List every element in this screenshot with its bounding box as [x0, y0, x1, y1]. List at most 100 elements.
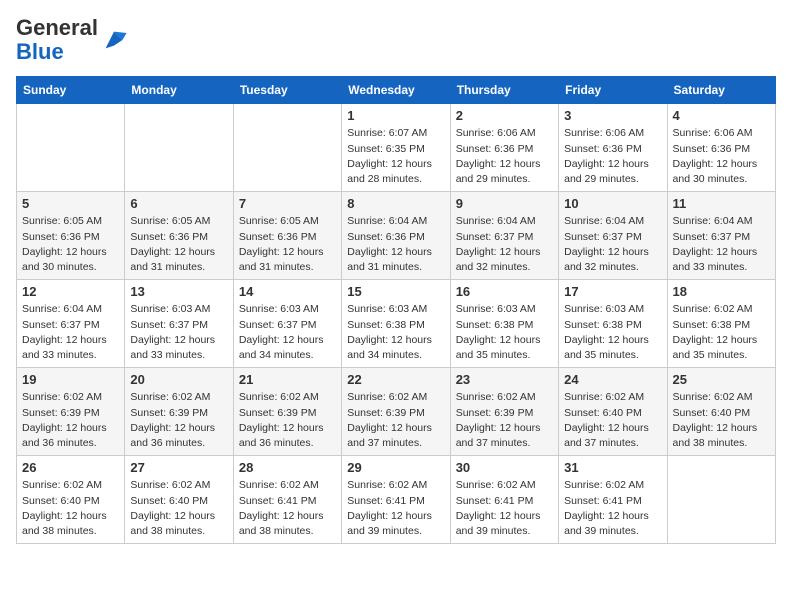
logo-blue-text: Blue: [16, 39, 64, 64]
day-info: Sunrise: 6:04 AM Sunset: 6:37 PM Dayligh…: [22, 302, 119, 363]
weekday-header-saturday: Saturday: [667, 77, 775, 104]
day-info: Sunrise: 6:03 AM Sunset: 6:37 PM Dayligh…: [239, 302, 336, 363]
day-info: Sunrise: 6:03 AM Sunset: 6:38 PM Dayligh…: [564, 302, 661, 363]
calendar-cell: 1Sunrise: 6:07 AM Sunset: 6:35 PM Daylig…: [342, 104, 450, 192]
calendar-cell: 9 Sunrise: 6:04 AM Sunset: 6:37 PM Daylig…: [450, 192, 558, 280]
weekday-header-friday: Friday: [559, 77, 667, 104]
weekday-header-monday: Monday: [125, 77, 233, 104]
calendar-cell: 12 Sunrise: 6:04 AM Sunset: 6:37 PM Dayli…: [17, 280, 125, 368]
calendar-cell: [125, 104, 233, 192]
calendar-cell: 5 Sunrise: 6:05 AM Sunset: 6:36 PM Daylig…: [17, 192, 125, 280]
calendar-cell: 7 Sunrise: 6:05 AM Sunset: 6:36 PM Daylig…: [233, 192, 341, 280]
calendar-cell: 26Sunrise: 6:02 AM Sunset: 6:40 PM Dayli…: [17, 456, 125, 544]
calendar-cell: 18 Sunrise: 6:02 AM Sunset: 6:38 PM Dayli…: [667, 280, 775, 368]
day-info: Sunrise: 6:02 AM Sunset: 6:38 PM Dayligh…: [673, 302, 770, 363]
day-number: 21: [239, 372, 336, 387]
calendar-cell: 29Sunrise: 6:02 AM Sunset: 6:41 PM Dayli…: [342, 456, 450, 544]
calendar-cell: 17 Sunrise: 6:03 AM Sunset: 6:38 PM Dayli…: [559, 280, 667, 368]
day-info: Sunrise: 6:03 AM Sunset: 6:38 PM Dayligh…: [456, 302, 553, 363]
day-number: 13: [130, 284, 227, 299]
calendar-table: SundayMondayTuesdayWednesdayThursdayFrid…: [16, 76, 776, 544]
day-info: Sunrise: 6:06 AM Sunset: 6:36 PM Dayligh…: [564, 126, 661, 187]
day-number: 31: [564, 460, 661, 475]
weekday-header-sunday: Sunday: [17, 77, 125, 104]
calendar-cell: 10Sunrise: 6:04 AM Sunset: 6:37 PM Dayli…: [559, 192, 667, 280]
calendar-cell: 30Sunrise: 6:02 AM Sunset: 6:41 PM Dayli…: [450, 456, 558, 544]
day-info: Sunrise: 6:02 AM Sunset: 6:39 PM Dayligh…: [130, 390, 227, 451]
day-info: Sunrise: 6:04 AM Sunset: 6:37 PM Dayligh…: [673, 214, 770, 275]
calendar-week-row: 19 Sunrise: 6:02 AM Sunset: 6:39 PM Dayli…: [17, 368, 776, 456]
weekday-header-wednesday: Wednesday: [342, 77, 450, 104]
logo: General Blue: [16, 16, 128, 64]
day-info: Sunrise: 6:03 AM Sunset: 6:38 PM Dayligh…: [347, 302, 444, 363]
day-number: 17: [564, 284, 661, 299]
calendar-week-row: 26Sunrise: 6:02 AM Sunset: 6:40 PM Dayli…: [17, 456, 776, 544]
day-info: Sunrise: 6:02 AM Sunset: 6:39 PM Dayligh…: [239, 390, 336, 451]
day-number: 8: [347, 196, 444, 211]
day-info: Sunrise: 6:02 AM Sunset: 6:40 PM Dayligh…: [130, 478, 227, 539]
day-info: Sunrise: 6:03 AM Sunset: 6:37 PM Dayligh…: [130, 302, 227, 363]
day-number: 12: [22, 284, 119, 299]
calendar-cell: 2Sunrise: 6:06 AM Sunset: 6:36 PM Daylig…: [450, 104, 558, 192]
day-number: 14: [239, 284, 336, 299]
calendar-cell: 24Sunrise: 6:02 AM Sunset: 6:40 PM Dayli…: [559, 368, 667, 456]
day-info: Sunrise: 6:02 AM Sunset: 6:41 PM Dayligh…: [456, 478, 553, 539]
day-number: 11: [673, 196, 770, 211]
day-info: Sunrise: 6:02 AM Sunset: 6:39 PM Dayligh…: [22, 390, 119, 451]
day-info: Sunrise: 6:06 AM Sunset: 6:36 PM Dayligh…: [456, 126, 553, 187]
calendar-cell: 4Sunrise: 6:06 AM Sunset: 6:36 PM Daylig…: [667, 104, 775, 192]
day-info: Sunrise: 6:02 AM Sunset: 6:41 PM Dayligh…: [239, 478, 336, 539]
day-number: 16: [456, 284, 553, 299]
day-info: Sunrise: 6:05 AM Sunset: 6:36 PM Dayligh…: [22, 214, 119, 275]
day-number: 7: [239, 196, 336, 211]
day-number: 18: [673, 284, 770, 299]
day-number: 15: [347, 284, 444, 299]
day-info: Sunrise: 6:02 AM Sunset: 6:39 PM Dayligh…: [456, 390, 553, 451]
day-number: 22: [347, 372, 444, 387]
day-info: Sunrise: 6:05 AM Sunset: 6:36 PM Dayligh…: [130, 214, 227, 275]
day-info: Sunrise: 6:02 AM Sunset: 6:39 PM Dayligh…: [347, 390, 444, 451]
calendar-cell: 15 Sunrise: 6:03 AM Sunset: 6:38 PM Dayli…: [342, 280, 450, 368]
day-info: Sunrise: 6:05 AM Sunset: 6:36 PM Dayligh…: [239, 214, 336, 275]
day-number: 1: [347, 108, 444, 123]
day-number: 3: [564, 108, 661, 123]
calendar-cell: 21 Sunrise: 6:02 AM Sunset: 6:39 PM Dayli…: [233, 368, 341, 456]
day-number: 10: [564, 196, 661, 211]
calendar-cell: 19 Sunrise: 6:02 AM Sunset: 6:39 PM Dayli…: [17, 368, 125, 456]
day-number: 5: [22, 196, 119, 211]
calendar-cell: [667, 456, 775, 544]
calendar-cell: 8 Sunrise: 6:04 AM Sunset: 6:36 PM Daylig…: [342, 192, 450, 280]
calendar-week-row: 5 Sunrise: 6:05 AM Sunset: 6:36 PM Daylig…: [17, 192, 776, 280]
calendar-cell: 28 Sunrise: 6:02 AM Sunset: 6:41 PM Dayli…: [233, 456, 341, 544]
day-number: 9: [456, 196, 553, 211]
calendar-cell: 6 Sunrise: 6:05 AM Sunset: 6:36 PM Daylig…: [125, 192, 233, 280]
calendar-cell: 14 Sunrise: 6:03 AM Sunset: 6:37 PM Dayli…: [233, 280, 341, 368]
calendar-cell: 31 Sunrise: 6:02 AM Sunset: 6:41 PM Dayli…: [559, 456, 667, 544]
day-number: 19: [22, 372, 119, 387]
day-number: 23: [456, 372, 553, 387]
day-info: Sunrise: 6:04 AM Sunset: 6:37 PM Dayligh…: [456, 214, 553, 275]
weekday-header-thursday: Thursday: [450, 77, 558, 104]
weekday-header-row: SundayMondayTuesdayWednesdayThursdayFrid…: [17, 77, 776, 104]
day-info: Sunrise: 6:06 AM Sunset: 6:36 PM Dayligh…: [673, 126, 770, 187]
calendar-cell: 22 Sunrise: 6:02 AM Sunset: 6:39 PM Dayli…: [342, 368, 450, 456]
day-info: Sunrise: 6:02 AM Sunset: 6:40 PM Dayligh…: [22, 478, 119, 539]
day-number: 28: [239, 460, 336, 475]
day-info: Sunrise: 6:02 AM Sunset: 6:40 PM Dayligh…: [673, 390, 770, 451]
calendar-cell: 23 Sunrise: 6:02 AM Sunset: 6:39 PM Dayli…: [450, 368, 558, 456]
calendar-cell: 16 Sunrise: 6:03 AM Sunset: 6:38 PM Dayli…: [450, 280, 558, 368]
logo-icon: [100, 26, 128, 54]
day-number: 24: [564, 372, 661, 387]
day-info: Sunrise: 6:02 AM Sunset: 6:41 PM Dayligh…: [564, 478, 661, 539]
day-info: Sunrise: 6:04 AM Sunset: 6:36 PM Dayligh…: [347, 214, 444, 275]
weekday-header-tuesday: Tuesday: [233, 77, 341, 104]
day-number: 29: [347, 460, 444, 475]
calendar-cell: 13 Sunrise: 6:03 AM Sunset: 6:37 PM Dayli…: [125, 280, 233, 368]
calendar-week-row: 12 Sunrise: 6:04 AM Sunset: 6:37 PM Dayli…: [17, 280, 776, 368]
calendar-cell: [17, 104, 125, 192]
page-header: General Blue: [16, 16, 776, 64]
day-number: 25: [673, 372, 770, 387]
day-number: 6: [130, 196, 227, 211]
calendar-week-row: 1Sunrise: 6:07 AM Sunset: 6:35 PM Daylig…: [17, 104, 776, 192]
calendar-cell: 25 Sunrise: 6:02 AM Sunset: 6:40 PM Dayli…: [667, 368, 775, 456]
